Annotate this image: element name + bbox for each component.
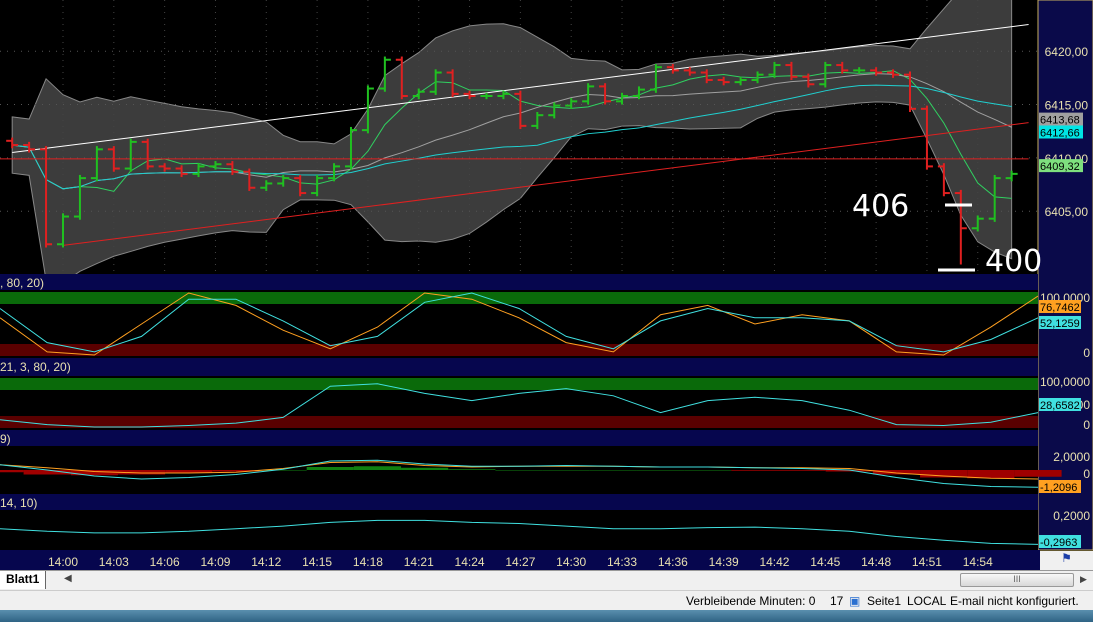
histogram-bar (448, 469, 496, 470)
time-tick-label: 14:27 (505, 555, 535, 569)
network-icon: ▣ (849, 594, 861, 608)
histogram-bar (0, 470, 24, 473)
histogram-bar (495, 470, 543, 471)
last-value-label: 6413,68 (1040, 115, 1080, 127)
indicator-header (0, 494, 1038, 510)
overbought-band (0, 292, 1038, 304)
time-tick-label: 14:36 (658, 555, 688, 569)
histogram-bar (1014, 470, 1062, 477)
histogram-bar (306, 467, 354, 470)
time-tick-label: 14:21 (404, 555, 434, 569)
indicator-tick-label: 0 (1083, 346, 1090, 360)
histogram-bar (589, 470, 637, 471)
sheet-tab-blatt1[interactable]: Blatt1 (0, 571, 47, 589)
time-tick-label: 14:39 (709, 555, 739, 569)
indicator-header (0, 274, 1038, 290)
chart-flag-icon[interactable]: ⚑ (1040, 551, 1093, 570)
taskbar (0, 610, 1093, 622)
indicator-header-label: , 80, 20) (0, 276, 44, 290)
indicator-value-label: 28,6582 (1040, 400, 1080, 412)
time-tick-label: 14:30 (556, 555, 586, 569)
status-remaining-minutes: Verbleibende Minuten: 0 (686, 594, 816, 608)
scroll-right-icon[interactable]: ▶ (1080, 574, 1087, 585)
time-tick-label: 14:48 (861, 555, 891, 569)
indicator-header-label: 21, 3, 80, 20) (0, 360, 71, 374)
sheet-tab-bar: Blatt1 ◀ III ▶ (0, 570, 1093, 590)
status-bar: Verbleibende Minuten: 0 17 ▣ Seite1 LOCA… (0, 590, 1093, 610)
last-value-label: 6409,32 (1040, 161, 1080, 173)
indicator-value-label: -1,2096 (1040, 482, 1077, 494)
indicator-tick-label: 0,2000 (1053, 509, 1090, 523)
indicator-value-label: 52,1259 (1040, 318, 1080, 330)
indicator-tick-label: 100,0000 (1040, 375, 1090, 389)
histogram-bar (778, 470, 826, 471)
trading-chart[interactable]: 6420,006415,006410,006405,004064006413,6… (0, 0, 1093, 570)
time-tick-label: 14:45 (810, 555, 840, 569)
overbought-band (0, 378, 1038, 390)
indicator-tick-label: 0 (1083, 467, 1090, 481)
histogram-bar (542, 470, 590, 471)
time-tick-label: 14:18 (353, 555, 383, 569)
histogram-bar (70, 470, 118, 476)
indicator-value-label: 76,7462 (1040, 302, 1080, 314)
y-tick-label: 6420,00 (1045, 45, 1089, 59)
time-tick-label: 14:06 (150, 555, 180, 569)
tab-scroll-left-icon[interactable]: ◀ (64, 573, 72, 584)
indicator-header-label: 9) (0, 432, 11, 446)
indicator-header (0, 358, 1038, 376)
histogram-bar (353, 466, 402, 470)
indicator-value-label: -0,2963 (1040, 537, 1077, 549)
histogram-bar (401, 467, 449, 470)
y-tick-label: 6415,00 (1045, 99, 1089, 113)
histogram-bar (636, 470, 685, 471)
oversold-band (0, 344, 1038, 356)
status-email: E-mail nicht konfiguriert. (950, 594, 1079, 608)
annotation-406: 406 (852, 189, 909, 224)
annotation-400: 400 (985, 244, 1042, 279)
time-tick-label: 14:51 (912, 555, 942, 569)
y-tick-label: 6405,00 (1045, 205, 1089, 219)
indicator-panel (0, 510, 1038, 550)
horizontal-scrollbar[interactable]: III (960, 573, 1074, 587)
indicator-header (0, 430, 1038, 446)
histogram-bar (684, 470, 732, 471)
time-tick-label: 14:24 (455, 555, 485, 569)
time-tick-label: 14:15 (302, 555, 332, 569)
indicator-header-label: 14, 10) (0, 496, 37, 510)
time-tick-label: 14:03 (99, 555, 129, 569)
status-page: Seite1 (867, 594, 902, 608)
time-tick-label: 14:12 (251, 555, 281, 569)
status-mode: LOCAL (907, 594, 947, 608)
indicator-tick-label: 0 (1083, 418, 1090, 432)
time-tick-label: 14:09 (200, 555, 230, 569)
time-tick-label: 14:33 (607, 555, 637, 569)
indicator-tick-label: 2,0000 (1053, 450, 1090, 464)
status-count: 17 (830, 594, 844, 608)
time-tick-label: 14:00 (48, 555, 78, 569)
histogram-bar (731, 470, 779, 471)
time-tick-label: 14:54 (963, 555, 993, 569)
time-tick-label: 14:42 (759, 555, 789, 569)
last-value-label: 6412,66 (1040, 127, 1080, 139)
